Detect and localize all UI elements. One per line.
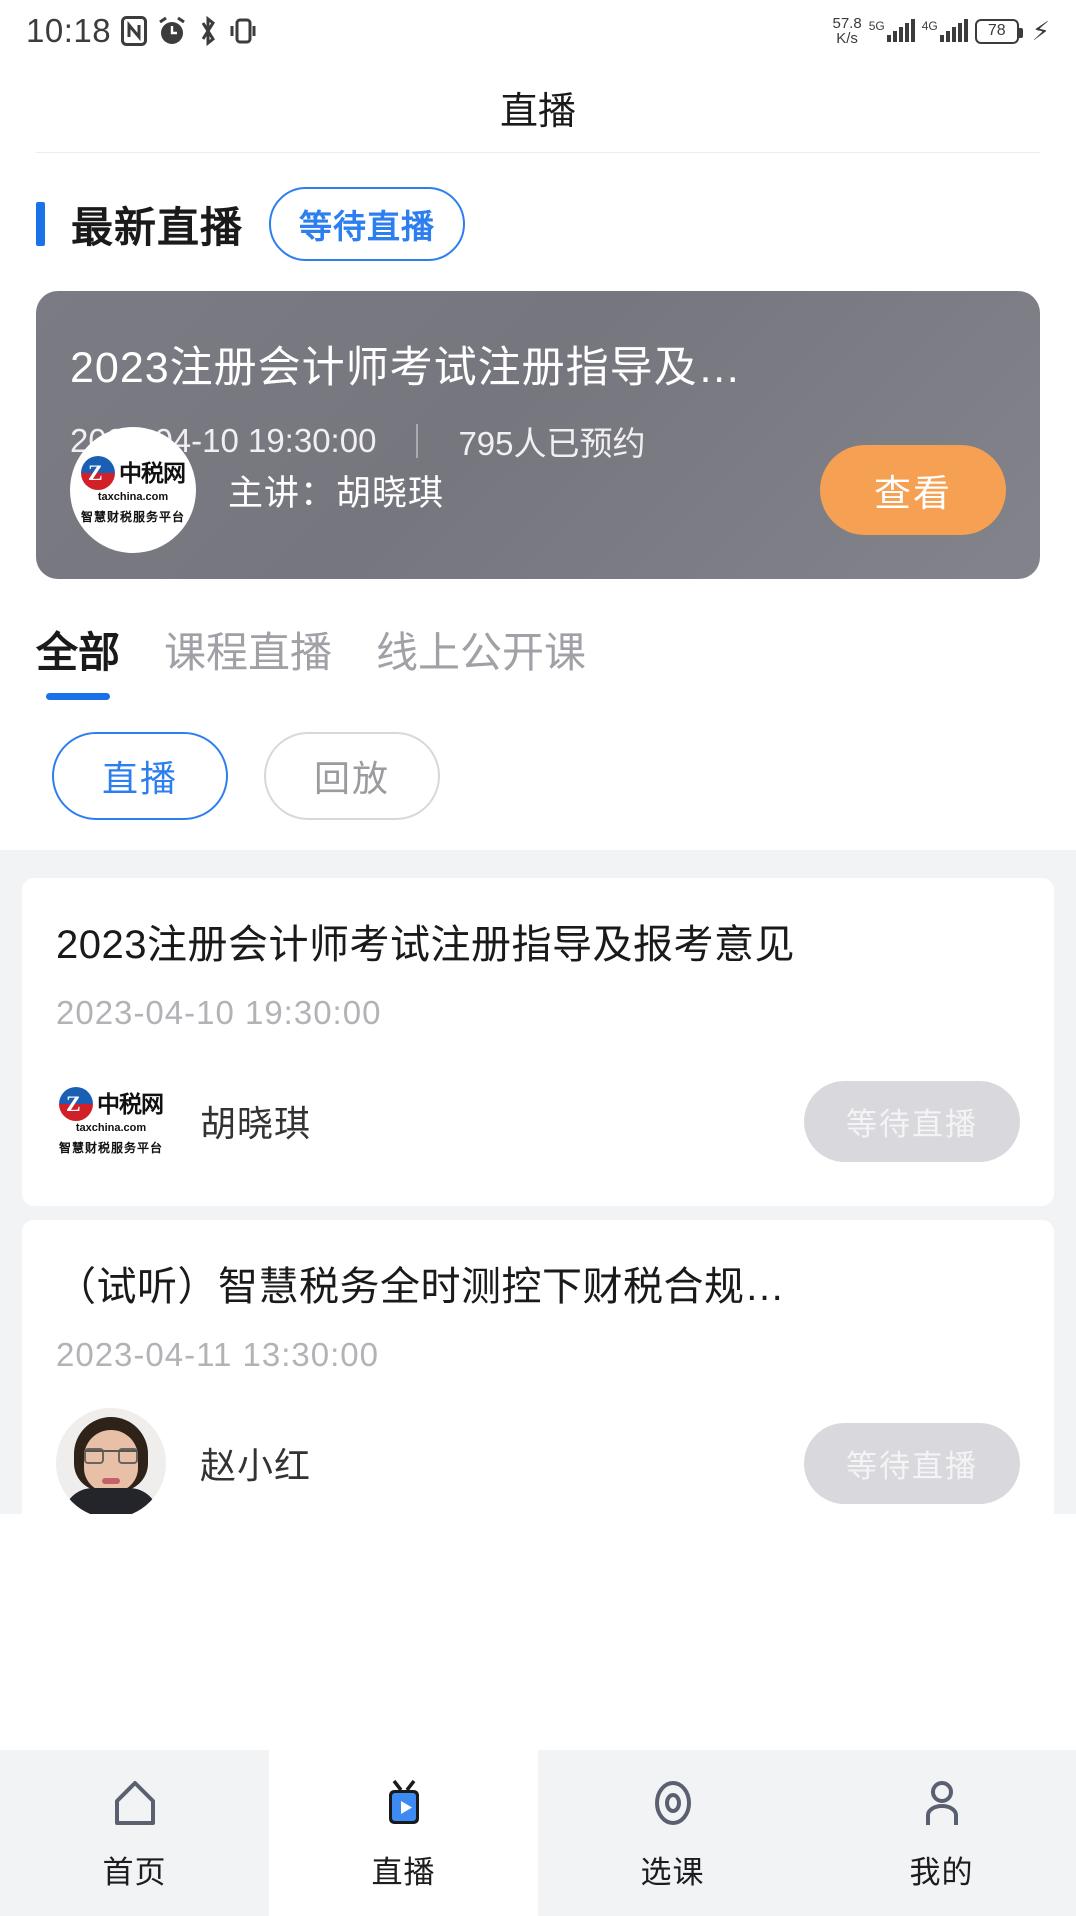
network-speed: 57.8 K/s: [833, 16, 862, 46]
provider-logo-name: 中税网: [119, 459, 186, 486]
banner-title: 2023注册会计师考试注册指导及…: [70, 344, 742, 392]
list-item-title: （试听）智慧税务全时测控下财税合规…: [56, 1265, 785, 1309]
filter-pills: 直播 回放: [0, 700, 1076, 850]
section-accent-bar: [36, 202, 45, 246]
list-item-host: 胡晓琪: [200, 1103, 312, 1144]
banner-host: 主讲：胡晓琪: [228, 473, 445, 513]
provider-logo: Z 中税网 taxchina.com 智慧财税服务平台: [70, 427, 196, 553]
sim1-signal: 5G: [868, 19, 915, 42]
section-title: 最新直播: [71, 203, 244, 251]
battery-percent: 78: [987, 22, 1006, 39]
live-list[interactable]: 2023注册会计师考试注册指导及报考意见 2023-04-10 19:30:00…: [0, 850, 1076, 1514]
target-icon: [645, 1775, 701, 1831]
provider-logo-row: Z 中税网: [59, 1086, 164, 1121]
tab-course-live[interactable]: 课程直播: [164, 619, 332, 700]
list-item-status-button[interactable]: 等待直播: [804, 1080, 1020, 1162]
home-icon: [107, 1775, 163, 1831]
filter-replay[interactable]: 回放: [264, 732, 441, 820]
network-speed-unit: K/s: [836, 30, 858, 47]
nav-item-home[interactable]: 首页: [0, 1750, 269, 1916]
category-tabs: 全部 课程直播 线上公开课: [0, 579, 1076, 700]
provider-logo-url: taxchina.com: [75, 1121, 147, 1134]
provider-logo-row: Z 中税网: [81, 455, 186, 490]
view-button[interactable]: 查看: [820, 445, 1006, 535]
filter-live[interactable]: 直播: [52, 732, 229, 820]
list-item-footer: 赵小红 等待直播: [56, 1408, 1020, 1514]
vibrate-icon: [229, 16, 257, 46]
list-item-datetime: 2023-04-11 13:30:00: [56, 1336, 379, 1373]
tab-all[interactable]: 全部: [36, 619, 120, 700]
nav-label: 选课: [640, 1854, 705, 1890]
tab-open-class[interactable]: 线上公开课: [376, 619, 586, 700]
list-item-datetime: 2023-04-10 19:30:00: [56, 994, 382, 1031]
taxchina-mark-icon: Z: [81, 455, 115, 490]
latest-live-header: 最新直播 等待直播: [0, 153, 1076, 279]
live-tv-icon: [376, 1775, 432, 1831]
bottom-navigation: 首页 直播 选课 我的: [0, 1750, 1076, 1916]
provider-logo-url: taxchina.com: [97, 490, 169, 503]
status-bar: 10:18 57.8 K/s 5G 4G 78 ⚡: [0, 0, 1076, 62]
banner-footer: Z 中税网 taxchina.com 智慧财税服务平台 主讲：胡晓琪 查看: [70, 427, 1006, 553]
charging-bolt-icon: ⚡: [1031, 15, 1050, 46]
nav-label: 首页: [102, 1854, 167, 1890]
page-title: 直播: [499, 90, 576, 133]
list-item[interactable]: （试听）智慧税务全时测控下财税合规… 2023-04-11 13:30:00 赵…: [22, 1220, 1054, 1514]
list-item-title: 2023注册会计师考试注册指导及报考意见: [56, 923, 795, 967]
list-item-footer: Z 中税网 taxchina.com 智慧财税服务平台 胡晓琪 等待直播: [56, 1066, 1020, 1176]
sim2-label: 4G: [921, 19, 938, 33]
signal-bars-icon: [886, 19, 915, 42]
status-bar-left: 10:18: [26, 12, 257, 50]
bluetooth-icon: [197, 15, 219, 47]
page-header: 直播: [0, 62, 1076, 152]
list-item-status-button[interactable]: 等待直播: [804, 1422, 1020, 1504]
list-item-host: 赵小红: [200, 1445, 312, 1486]
nfc-icon: [121, 16, 148, 46]
alarm-icon: [157, 16, 187, 46]
status-time: 10:18: [26, 12, 112, 49]
signal-bars-icon: [939, 19, 968, 42]
provider-logo-name: 中税网: [97, 1090, 164, 1117]
nav-label: 直播: [371, 1854, 436, 1890]
status-bar-right: 57.8 K/s 5G 4G 78 ⚡: [833, 16, 1051, 47]
provider-logo: Z 中税网 taxchina.com 智慧财税服务平台: [56, 1066, 166, 1176]
list-item[interactable]: 2023注册会计师考试注册指导及报考意见 2023-04-10 19:30:00…: [22, 878, 1054, 1206]
sim1-label: 5G: [868, 19, 885, 33]
nav-label: 我的: [909, 1854, 974, 1890]
featured-live-banner[interactable]: 2023注册会计师考试注册指导及… 2023-04-10 19:30:00 79…: [36, 291, 1040, 579]
sim2-signal: 4G: [921, 19, 968, 42]
provider-logo-slogan: 智慧财税服务平台: [80, 509, 185, 524]
status-badge: 等待直播: [269, 187, 466, 261]
nav-item-course-selection[interactable]: 选课: [538, 1750, 807, 1916]
taxchina-mark-icon: Z: [59, 1086, 93, 1121]
person-icon: [914, 1775, 970, 1831]
provider-logo-slogan: 智慧财税服务平台: [58, 1140, 163, 1155]
avatar: [56, 1408, 166, 1514]
nav-item-profile[interactable]: 我的: [807, 1750, 1076, 1916]
nav-item-live[interactable]: 直播: [269, 1750, 538, 1916]
network-speed-value: 57.8: [832, 15, 862, 32]
battery-icon: 78: [974, 18, 1023, 44]
